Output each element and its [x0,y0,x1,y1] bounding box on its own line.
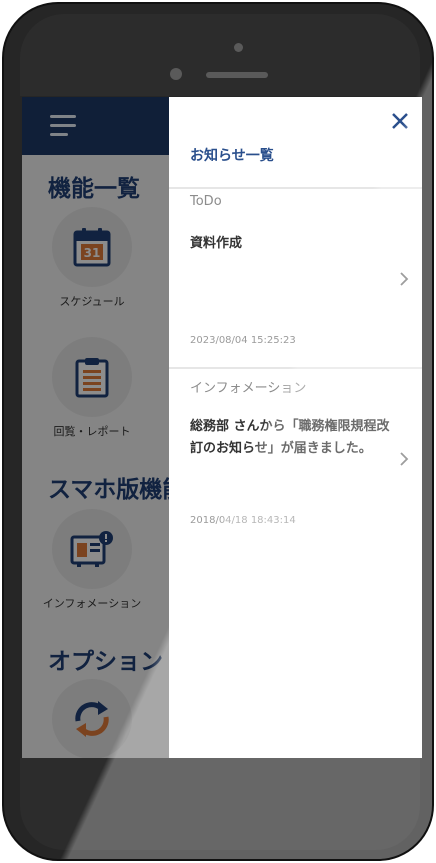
top-bezel [20,14,420,96]
notification-drawer: お知らせ一覧 ToDo 資料作成 2023/08/04 15:25:23 インフ… [169,97,422,758]
notice-item-information[interactable]: 総務部 さんから「職務権限規程改訂のお知らせ」が届きました。 2018/04/1… [169,400,422,540]
phone-frame: 機能一覧 31 スケジュール 回覧・レポート スマホ版機能 インフォメーション … [2,2,434,861]
screen: 機能一覧 31 スケジュール 回覧・レポート スマホ版機能 インフォメーション … [22,97,422,758]
close-icon [392,113,408,129]
category-information: インフォメーション [190,381,307,396]
speaker-grille [206,72,268,78]
drawer-title: お知らせ一覧 [190,148,274,164]
notice-text: 総務部 さんから「職務権限規程改訂のお知らせ」が届きました。 [190,419,390,456]
notice-timestamp: 2018/04/18 18:43:14 [190,515,296,526]
notice-item-todo[interactable]: 資料作成 2023/08/04 15:25:23 [169,217,422,367]
close-button[interactable] [386,107,414,135]
bottom-bezel [20,758,420,850]
divider [169,367,422,369]
chevron-right-icon [400,452,409,466]
divider [169,187,422,189]
notice-text: 資料作成 [190,236,243,251]
category-todo: ToDo [190,194,222,209]
chevron-right-icon [400,272,409,286]
front-sensor-icon [170,68,182,80]
notice-timestamp: 2023/08/04 15:25:23 [190,335,296,346]
camera-icon [234,43,243,52]
